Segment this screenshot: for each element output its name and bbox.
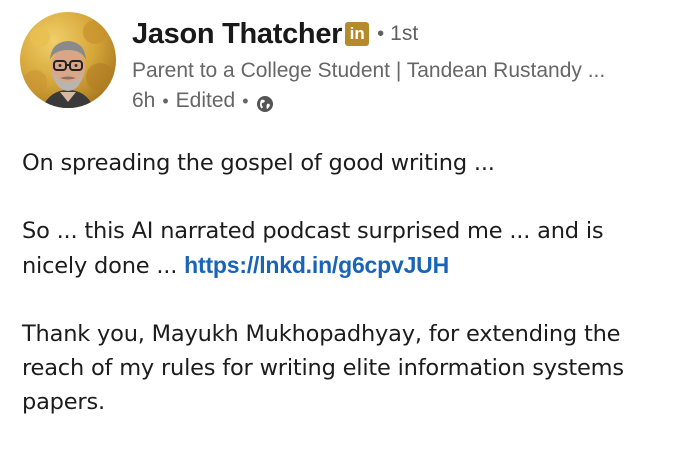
post-body: On spreading the gospel of good writing … — [22, 146, 687, 419]
edited-label: Edited — [175, 89, 236, 112]
globe-icon — [256, 92, 274, 112]
avatar-photo — [23, 20, 114, 108]
post-line: papers. — [22, 389, 105, 415]
post-card: Jason Thatcher in • 1st Parent to a Coll… — [0, 0, 690, 463]
post-link[interactable]: https://lnkd.in/g6cpvJUH — [184, 252, 449, 278]
linkedin-premium-icon: in — [345, 22, 370, 46]
post-line: So ... this AI narrated podcast surprise… — [22, 218, 604, 244]
author-headline[interactable]: Parent to a College Student | Tandean Ru… — [132, 56, 682, 86]
post-line-with-link: nicely done ... https://lnkd.in/g6cpvJUH — [22, 248, 687, 283]
post-time: 6h — [132, 89, 156, 112]
post-header: Jason Thatcher in • 1st Parent to a Coll… — [132, 14, 682, 116]
avatar[interactable] — [20, 12, 116, 108]
separator-dot: • — [162, 91, 169, 111]
post-line: reach of my rules for writing elite info… — [22, 355, 624, 381]
separator-dot: • — [242, 91, 249, 111]
post-line: nicely done ... — [22, 253, 185, 279]
author-name[interactable]: Jason Thatcher — [132, 18, 342, 51]
separator-dot: • — [377, 22, 385, 45]
post-line: Thank you, Mayukh Mukhopadhyay, for exte… — [22, 321, 621, 347]
post-meta: 6h • Edited • — [132, 86, 682, 116]
name-row: Jason Thatcher in • 1st — [132, 14, 682, 54]
connection-degree: 1st — [390, 22, 419, 45]
post-line: On spreading the gospel of good writing … — [22, 150, 495, 176]
